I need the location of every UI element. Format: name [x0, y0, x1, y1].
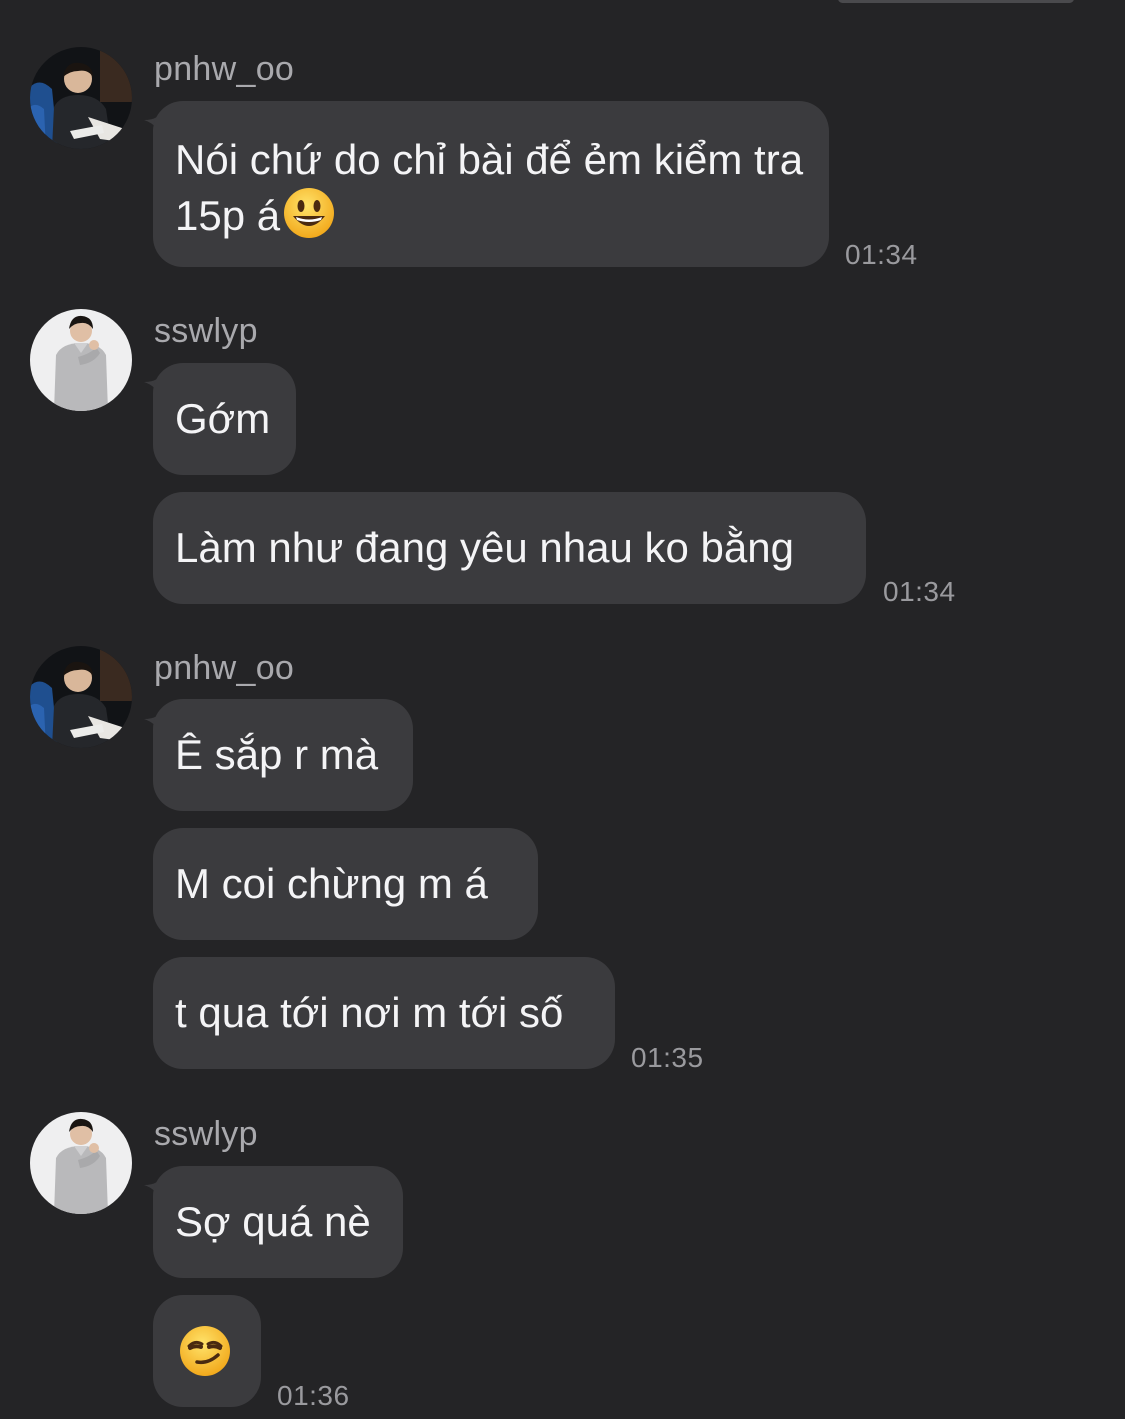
message-text: Nói chứ do chỉ bài để ẻm kiểm tra 15p á	[175, 136, 804, 239]
message-timestamp: 01:34	[883, 576, 956, 607]
message-bubble[interactable]: M coi chừng m á	[153, 828, 538, 940]
message-group: pnhw_oo Ê sắp r mà M coi chừng m á t qua…	[0, 646, 1125, 1076]
message-text: Sợ quá nè	[175, 1198, 371, 1245]
sender-name: sswlyp	[154, 1115, 258, 1153]
message-group: sswlyp Gớm Làm như đang yêu nhau ko bằng…	[0, 309, 1125, 609]
grinning-face-emoji-icon	[284, 188, 335, 238]
message-text: Làm như đang yêu nhau ko bằng	[175, 524, 794, 571]
message-text: Gớm	[175, 395, 271, 442]
sender-name: sswlyp	[154, 312, 258, 350]
message-bubble[interactable]: Sợ quá nè	[153, 1166, 403, 1278]
smirking-face-emoji-icon	[180, 1326, 230, 1376]
message-timestamp: 01:36	[277, 1380, 350, 1411]
message-group: sswlyp Sợ quá nè 01:36	[0, 1112, 1125, 1419]
avatar[interactable]	[30, 1112, 132, 1214]
avatar[interactable]	[30, 47, 132, 149]
message-bubble[interactable]: Gớm	[153, 363, 296, 475]
message-text: M coi chừng m á	[175, 860, 488, 907]
message-bubble[interactable]	[153, 1295, 261, 1407]
sender-name: pnhw_oo	[154, 50, 295, 88]
avatar[interactable]	[30, 646, 132, 748]
chat-thread[interactable]: pnhw_oo Nói chứ do chỉ bài để ẻm kiểm tr…	[0, 0, 1125, 1419]
avatar-grey-sweater-icon	[30, 309, 132, 411]
message-text: t qua tới nơi m tới số	[175, 989, 564, 1036]
sender-name: pnhw_oo	[154, 649, 295, 687]
message-text: Ê sắp r mà	[175, 731, 379, 778]
message-timestamp: 01:34	[845, 239, 918, 270]
message-bubble[interactable]: t qua tới nơi m tới số	[153, 957, 615, 1069]
message-timestamp: 01:35	[631, 1042, 704, 1073]
message-bubble[interactable]: Ê sắp r mà	[153, 699, 413, 811]
message-bubble[interactable]: Nói chứ do chỉ bài để ẻm kiểm tra 15p á	[153, 101, 829, 267]
avatar[interactable]	[30, 309, 132, 411]
message-group: pnhw_oo Nói chứ do chỉ bài để ẻm kiểm tr…	[0, 47, 1125, 277]
message-bubble[interactable]: Làm như đang yêu nhau ko bằng	[153, 492, 866, 604]
avatar-dark-jacket-icon	[30, 646, 132, 748]
avatar-grey-sweater-icon	[30, 1112, 132, 1214]
avatar-dark-jacket-icon	[30, 47, 132, 149]
